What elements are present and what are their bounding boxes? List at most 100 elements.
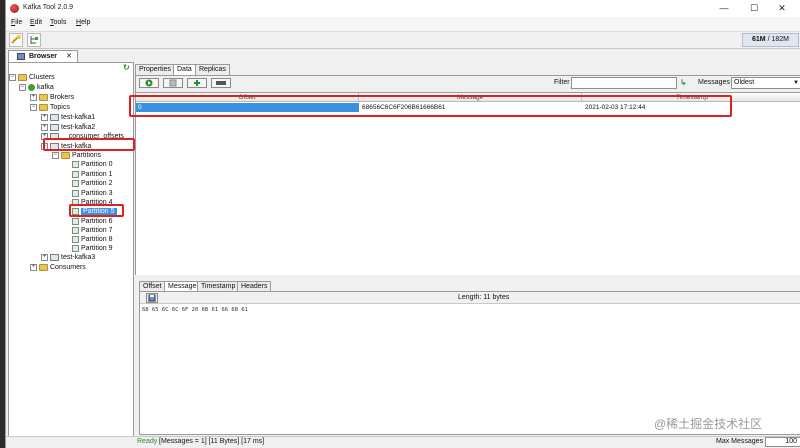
add-message-button[interactable]: [187, 78, 207, 88]
close-tab-icon[interactable]: ✕: [66, 51, 72, 62]
messages-label: Messages: [698, 79, 730, 86]
topic-icon: [50, 253, 59, 261]
tab-replicas[interactable]: Replicas: [195, 64, 230, 75]
detail-tab-offset[interactable]: Offset: [139, 281, 166, 291]
tree-partition-item[interactable]: Partition 0: [72, 160, 113, 170]
tree-cluster-kafka[interactable]: − kafka: [19, 83, 54, 93]
partition-label: Partition 1: [81, 171, 113, 178]
status-stats: [Messages = 1] [11 Bytes] [17 ms]: [159, 438, 265, 445]
view-options-button[interactable]: [211, 78, 231, 88]
browser-tab[interactable]: Browser ✕: [8, 50, 78, 62]
tree-topic-label: test-kafka3: [61, 254, 96, 261]
partition-label: Partition 9: [81, 245, 113, 252]
tree-topic-label: test-kafka2: [61, 124, 96, 131]
tree-view-button[interactable]: [27, 33, 41, 47]
connect-button[interactable]: [9, 33, 23, 47]
detail-tab-message[interactable]: Message: [164, 281, 201, 291]
tree-consumers[interactable]: + Consumers: [30, 263, 86, 273]
folder-icon: [18, 73, 27, 81]
menu-tools[interactable]: Tools: [50, 19, 66, 26]
refresh-tree-icon[interactable]: ↻: [123, 63, 130, 72]
play-icon: [145, 79, 153, 87]
filter-input[interactable]: [571, 77, 677, 89]
collapse-icon[interactable]: −: [19, 83, 26, 91]
menu-file[interactable]: File: [11, 19, 22, 26]
topic-icon: [50, 113, 59, 121]
partition-icon: [72, 170, 79, 178]
browser-window-icon: [17, 53, 25, 60]
expand-icon[interactable]: +: [30, 93, 37, 101]
partition-label: Partition 0: [81, 161, 113, 168]
tree-cluster-label: kafka: [37, 84, 54, 91]
cluster-connected-icon: [28, 83, 35, 91]
browser-tab-label: Browser: [29, 53, 58, 60]
tree-structure-icon: [30, 36, 38, 44]
partition-icon: [72, 160, 79, 168]
tree-topic-label: test-kafka1: [61, 114, 96, 121]
max-messages-input[interactable]: 100: [765, 437, 800, 447]
expand-icon[interactable]: +: [41, 113, 48, 121]
title-bar: Kafka Tool 2.0.9 — ☐ ✕: [6, 0, 800, 17]
tree-topics-label: Topics: [50, 104, 70, 111]
partition-label: Partition 2: [81, 180, 113, 187]
partition-label: Partition 6: [81, 218, 113, 225]
tree-consumers-label: Consumers: [50, 264, 86, 271]
detail-tab-timestamp[interactable]: Timestamp: [197, 281, 240, 291]
menu-help-label: elp: [81, 19, 91, 26]
message-hex-content[interactable]: 68 65 6C 6C 6F 20 6B 61 66 6B 61: [142, 307, 248, 313]
tab-data[interactable]: Data: [173, 64, 196, 75]
expand-icon[interactable]: +: [30, 263, 37, 271]
menu-bar: [6, 17, 800, 31]
memory-indicator[interactable]: 61M / 182M: [742, 33, 799, 47]
tree-brokers[interactable]: + Brokers: [30, 93, 74, 103]
tree-partition-item[interactable]: Partition 2: [72, 179, 113, 189]
retrieve-messages-button[interactable]: [139, 78, 159, 88]
menu-tools-label: ools: [53, 19, 67, 26]
partition-icon: [72, 244, 79, 252]
status-ready: Ready: [137, 438, 158, 445]
tree-topic-item[interactable]: + test-kafka1: [41, 113, 95, 123]
messages-order-select[interactable]: Oldest ▼: [731, 77, 800, 89]
expand-icon[interactable]: +: [41, 253, 48, 261]
partition-label: Partition 3: [81, 190, 113, 197]
stop-button[interactable]: [163, 78, 183, 88]
panel-icon: [216, 81, 226, 85]
maximize-button[interactable]: ☐: [741, 0, 767, 17]
tree-topics[interactable]: − Topics: [30, 103, 70, 113]
max-messages-label: Max Messages: [716, 438, 764, 445]
collapse-icon[interactable]: −: [9, 73, 16, 81]
save-icon: [148, 294, 156, 302]
tab-properties[interactable]: Properties: [135, 64, 175, 75]
folder-icon: [39, 263, 48, 271]
partition-icon: [72, 226, 79, 234]
menu-edit[interactable]: Edit: [30, 19, 42, 26]
collapse-icon[interactable]: −: [52, 151, 59, 159]
message-length-label: Length: 11 bytes: [458, 294, 510, 301]
detail-tab-headers[interactable]: Headers: [237, 281, 272, 291]
filter-label: Filter: [554, 79, 570, 86]
tree-topic-item[interactable]: + test-kafka3: [41, 253, 95, 263]
kafka-tool-window: Kafka Tool 2.0.9 — ☐ ✕ File Edit Tools H…: [5, 0, 800, 448]
tree-clusters-label: Clusters: [29, 74, 55, 81]
save-message-button[interactable]: [146, 293, 158, 303]
minimize-button[interactable]: —: [711, 0, 737, 17]
expand-icon[interactable]: +: [41, 123, 48, 131]
kafka-tool-app-icon: [10, 4, 19, 13]
apply-filter-icon[interactable]: ↳: [680, 78, 687, 87]
watermark: @稀土掘金技术社区: [654, 417, 763, 431]
partition-icon: [72, 235, 79, 243]
partition-icon: [72, 179, 79, 187]
close-window-button[interactable]: ✕: [769, 0, 795, 17]
partition-icon: [72, 189, 79, 197]
tree-brokers-label: Brokers: [50, 94, 75, 101]
menu-help[interactable]: Help: [76, 19, 90, 26]
status-bar: [6, 436, 800, 448]
partition-label: Partition 7: [81, 227, 113, 234]
partition-icon: [72, 217, 79, 225]
tree-partitions-label: Partitions: [72, 152, 102, 159]
collapse-icon[interactable]: −: [30, 103, 37, 111]
messages-grid: Offset Message Timestamp 0 68656C6C6F206…: [136, 92, 800, 275]
tree-clusters[interactable]: − Clusters: [9, 73, 55, 83]
add-icon: [194, 80, 200, 86]
memory-total: / 182M: [767, 36, 789, 43]
